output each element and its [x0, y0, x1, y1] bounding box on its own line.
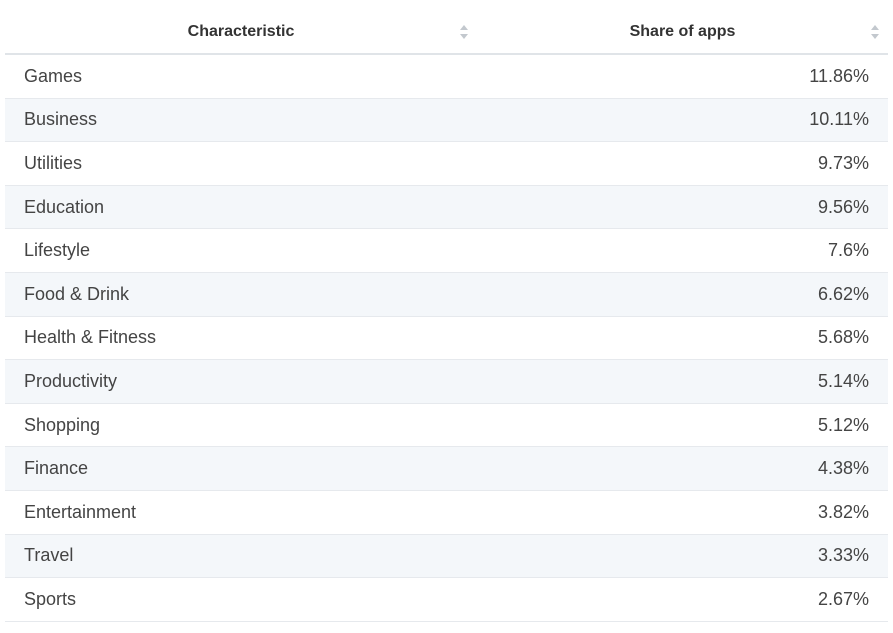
category-cell: Education	[24, 196, 105, 217]
value-cell: 4.38%	[817, 458, 869, 479]
value-cell: 11.86%	[809, 65, 869, 86]
column-header-label: Share of apps	[629, 22, 736, 40]
category-cell: Utilities	[24, 152, 83, 173]
sort-icon[interactable]	[459, 24, 469, 40]
category-cell: Health & Fitness	[24, 327, 157, 348]
table-row: Games 11.86%	[5, 55, 888, 99]
table-row: Education 9.56%	[5, 185, 888, 230]
category-cell: Business	[24, 109, 98, 130]
sort-icon[interactable]	[870, 24, 880, 40]
value-cell: 2.67%	[817, 588, 869, 609]
value-cell: 9.56%	[817, 196, 869, 217]
category-cell: Shopping	[24, 414, 101, 435]
value-cell: 7.6%	[827, 240, 869, 261]
value-cell: 5.14%	[817, 370, 869, 391]
category-cell: Sports	[24, 588, 77, 609]
column-header-share-of-apps[interactable]: Share of apps	[477, 10, 888, 53]
table-row: Utilities 9.73%	[5, 142, 888, 186]
category-cell: Finance	[24, 458, 89, 479]
value-cell: 5.68%	[817, 327, 869, 348]
category-cell: Travel	[24, 545, 74, 566]
table-row: Shopping 5.12%	[5, 404, 888, 448]
table-row: Lifestyle 7.6%	[5, 229, 888, 273]
table-row: Health & Fitness 5.68%	[5, 317, 888, 361]
value-cell: 9.73%	[817, 152, 869, 173]
table-header: Characteristic Share of apps	[5, 10, 888, 55]
value-cell: 5.12%	[817, 414, 869, 435]
value-cell: 3.33%	[817, 545, 869, 566]
category-cell: Productivity	[24, 370, 118, 391]
category-cell: Entertainment	[24, 501, 137, 522]
category-cell: Games	[24, 65, 83, 86]
table-row: Finance 4.38%	[5, 447, 888, 491]
column-header-label: Characteristic	[187, 22, 295, 40]
value-cell: 10.11%	[809, 109, 869, 130]
table-row: Entertainment 3.82%	[5, 491, 888, 535]
column-header-characteristic[interactable]: Characteristic	[5, 10, 477, 53]
data-table: Characteristic Share of apps Games 11.86%…	[5, 10, 888, 622]
table-row: Productivity 5.14%	[5, 360, 888, 404]
table-body: Games 11.86% Business 10.11% Utilities 9.73% E…	[5, 55, 888, 622]
table-row: Sports 2.67%	[5, 578, 888, 622]
category-cell: Lifestyle	[24, 240, 91, 261]
category-cell: Food & Drink	[24, 283, 130, 304]
value-cell: 6.62%	[817, 283, 869, 304]
value-cell: 3.82%	[817, 501, 869, 522]
table-row: Travel 3.33%	[5, 534, 888, 579]
table-row: Food & Drink 6.62%	[5, 272, 888, 317]
table-row: Business 10.11%	[5, 98, 888, 143]
